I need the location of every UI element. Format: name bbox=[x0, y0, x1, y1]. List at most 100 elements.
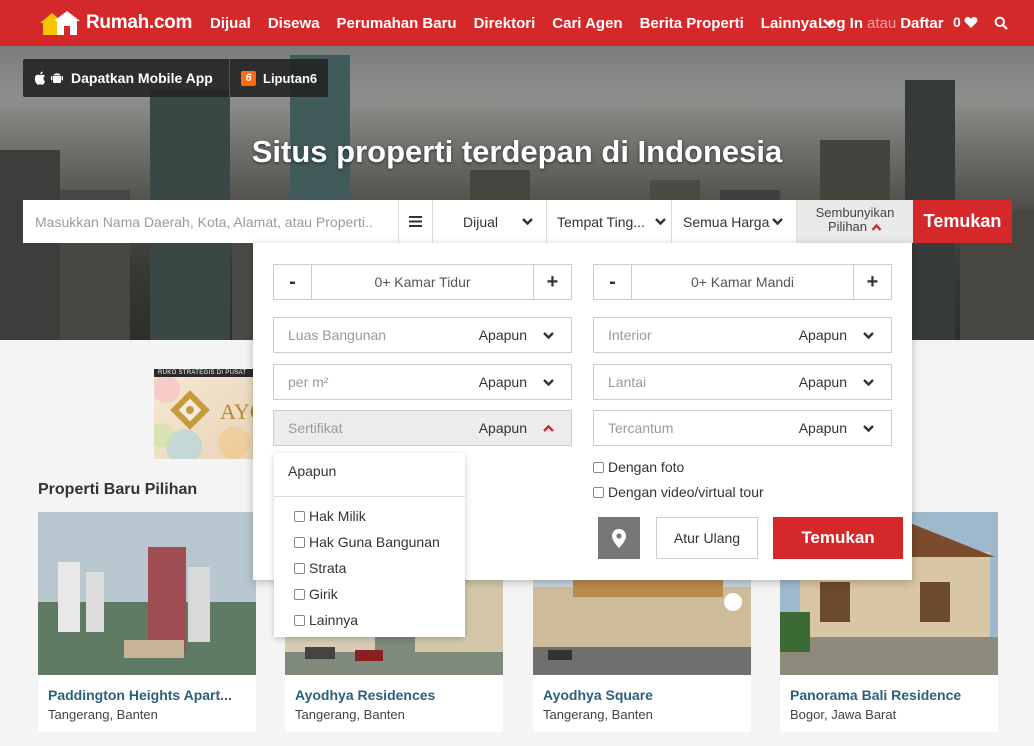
property-title[interactable]: Panorama Bali Residence bbox=[790, 687, 990, 703]
price-per-m2-value: Apapun bbox=[478, 374, 527, 390]
chevron-down-icon bbox=[772, 218, 783, 226]
certificate-checkbox[interactable] bbox=[294, 588, 305, 600]
floor-select[interactable]: Lantai Apapun bbox=[593, 364, 892, 400]
with-video-checkbox[interactable] bbox=[593, 486, 604, 498]
map-pin-icon bbox=[612, 528, 626, 548]
property-type-value: Tempat Ting... bbox=[557, 213, 645, 230]
hide-options-line2: Pilihan bbox=[827, 219, 868, 234]
price-select[interactable]: Semua Harga bbox=[671, 200, 796, 243]
property-type-select[interactable]: Tempat Ting... bbox=[546, 200, 671, 243]
bathrooms-minus-button[interactable]: - bbox=[594, 265, 631, 299]
house-logo-icon bbox=[40, 11, 80, 35]
price-per-m2-select[interactable]: per m² Apapun bbox=[273, 364, 572, 400]
reset-button[interactable]: Atur Ulang bbox=[656, 517, 758, 559]
search-input[interactable] bbox=[23, 200, 398, 243]
nav-cari-agen[interactable]: Cari Agen bbox=[552, 15, 622, 32]
certificate-option-label: Hak Milik bbox=[309, 508, 366, 524]
chevron-down-icon bbox=[543, 379, 554, 387]
bedrooms-plus-button[interactable]: + bbox=[534, 265, 571, 299]
certificate-option-any[interactable]: Apapun bbox=[274, 453, 465, 497]
certificate-checkbox[interactable] bbox=[294, 614, 305, 626]
price-per-m2-label: per m² bbox=[288, 374, 329, 390]
search-menu-button[interactable] bbox=[398, 200, 432, 243]
with-video-option[interactable]: Dengan video/virtual tour bbox=[593, 484, 764, 500]
nav-disewa[interactable]: Disewa bbox=[268, 15, 320, 32]
property-card[interactable]: Paddington Heights Apart... Tangerang, B… bbox=[38, 512, 256, 732]
auth-links: Log In atau Daftar bbox=[818, 0, 944, 46]
search-bar: Dijual Tempat Ting... Semua Harga Sembun… bbox=[23, 200, 1012, 243]
search-submit-button[interactable]: Temukan bbox=[913, 200, 1012, 243]
with-photo-option[interactable]: Dengan foto bbox=[593, 459, 684, 475]
bedrooms-minus-button[interactable]: - bbox=[274, 265, 311, 299]
certificate-option[interactable]: Lainnya bbox=[274, 607, 465, 633]
bedrooms-stepper: - 0+ Kamar Tidur + bbox=[273, 264, 572, 300]
register-link[interactable]: Daftar bbox=[900, 15, 943, 32]
interior-value: Apapun bbox=[798, 327, 847, 343]
ad-banner[interactable]: RUKO STRATEGIS DI PUSAT AYO bbox=[154, 369, 254, 459]
mobile-app-button[interactable]: Dapatkan Mobile App bbox=[23, 59, 230, 97]
certificate-option-label: Strata bbox=[309, 560, 347, 576]
chevron-down-icon bbox=[655, 218, 666, 226]
map-search-button[interactable] bbox=[598, 517, 640, 559]
interior-label: Interior bbox=[608, 327, 652, 343]
listed-label: Tercantum bbox=[608, 420, 674, 436]
favorites-count: 0 bbox=[953, 14, 961, 30]
chevron-down-icon bbox=[522, 218, 533, 226]
building-area-select[interactable]: Luas Bangunan Apapun bbox=[273, 317, 572, 353]
nav-perumahan-baru[interactable]: Perumahan Baru bbox=[337, 15, 457, 32]
listing-type-select[interactable]: Dijual bbox=[432, 200, 546, 243]
interior-select[interactable]: Interior Apapun bbox=[593, 317, 892, 353]
liputan6-label: Liputan6 bbox=[263, 70, 318, 86]
liputan6-button[interactable]: 6 Liputan6 bbox=[229, 59, 328, 97]
filter-submit-button[interactable]: Temukan bbox=[773, 517, 903, 559]
chevron-up-icon bbox=[543, 424, 554, 432]
certificate-select[interactable]: Sertifikat Apapun bbox=[273, 410, 572, 446]
certificate-option[interactable]: Hak Guna Bangunan bbox=[274, 529, 465, 555]
hero-title: Situs properti terdepan di Indonesia bbox=[251, 134, 783, 169]
favorites-button[interactable]: 0 bbox=[953, 14, 978, 30]
bedrooms-value: 0+ Kamar Tidur bbox=[311, 265, 534, 299]
certificate-options: Hak Milik Hak Guna Bangunan Strata Girik… bbox=[274, 497, 465, 633]
chevron-down-icon bbox=[863, 425, 874, 433]
listed-value: Apapun bbox=[798, 420, 847, 436]
bathrooms-value: 0+ Kamar Mandi bbox=[631, 265, 854, 299]
listed-select[interactable]: Tercantum Apapun bbox=[593, 410, 892, 446]
certificate-checkbox[interactable] bbox=[294, 536, 305, 548]
floor-value: Apapun bbox=[798, 374, 847, 390]
hide-options-button[interactable]: Sembunyikan Pilihan bbox=[796, 200, 913, 243]
section-title: Properti Baru Pilihan bbox=[38, 481, 198, 498]
property-location: Tangerang, Banten bbox=[543, 707, 653, 722]
nav-more-label: Lainnya bbox=[760, 14, 818, 32]
mobile-app-label: Dapatkan Mobile App bbox=[71, 70, 213, 86]
certificate-option[interactable]: Hak Milik bbox=[274, 503, 465, 529]
or-text: atau bbox=[867, 14, 897, 32]
chevron-down-icon bbox=[863, 332, 874, 340]
certificate-option[interactable]: Girik bbox=[274, 581, 465, 607]
property-title[interactable]: Paddington Heights Apart... bbox=[48, 687, 248, 703]
property-title[interactable]: Ayodhya Residences bbox=[295, 687, 495, 703]
with-video-label: Dengan video/virtual tour bbox=[608, 484, 764, 500]
top-nav: Rumah.com Dijual Disewa Perumahan Baru D… bbox=[0, 0, 1034, 46]
floor-label: Lantai bbox=[608, 374, 647, 390]
login-link[interactable]: Log In bbox=[818, 15, 863, 32]
nav-direktori[interactable]: Direktori bbox=[474, 15, 536, 32]
certificate-options-list: Apapun Hak Milik Hak Guna Bangunan Strat… bbox=[274, 453, 465, 637]
certificate-checkbox[interactable] bbox=[294, 510, 305, 522]
search-icon[interactable] bbox=[994, 16, 1008, 30]
property-title[interactable]: Ayodhya Square bbox=[543, 687, 743, 703]
nav-links: Dijual Disewa Perumahan Baru Direktori C… bbox=[210, 15, 853, 32]
bathrooms-plus-button[interactable]: + bbox=[854, 265, 891, 299]
certificate-checkbox[interactable] bbox=[294, 562, 305, 574]
with-photo-checkbox[interactable] bbox=[593, 461, 604, 473]
liputan6-logo-icon: 6 bbox=[241, 70, 256, 86]
certificate-option-label: Girik bbox=[309, 586, 338, 602]
price-value: Semua Harga bbox=[683, 213, 770, 230]
certificate-option[interactable]: Strata bbox=[274, 555, 465, 581]
nav-dijual[interactable]: Dijual bbox=[210, 15, 251, 32]
android-icon bbox=[51, 73, 63, 83]
chevron-down-icon bbox=[543, 332, 554, 340]
heart-icon bbox=[964, 16, 978, 28]
site-logo[interactable]: Rumah.com bbox=[38, 9, 198, 37]
nav-berita-properti[interactable]: Berita Properti bbox=[640, 15, 744, 32]
ad-headline: RUKO STRATEGIS DI PUSAT bbox=[154, 369, 254, 377]
